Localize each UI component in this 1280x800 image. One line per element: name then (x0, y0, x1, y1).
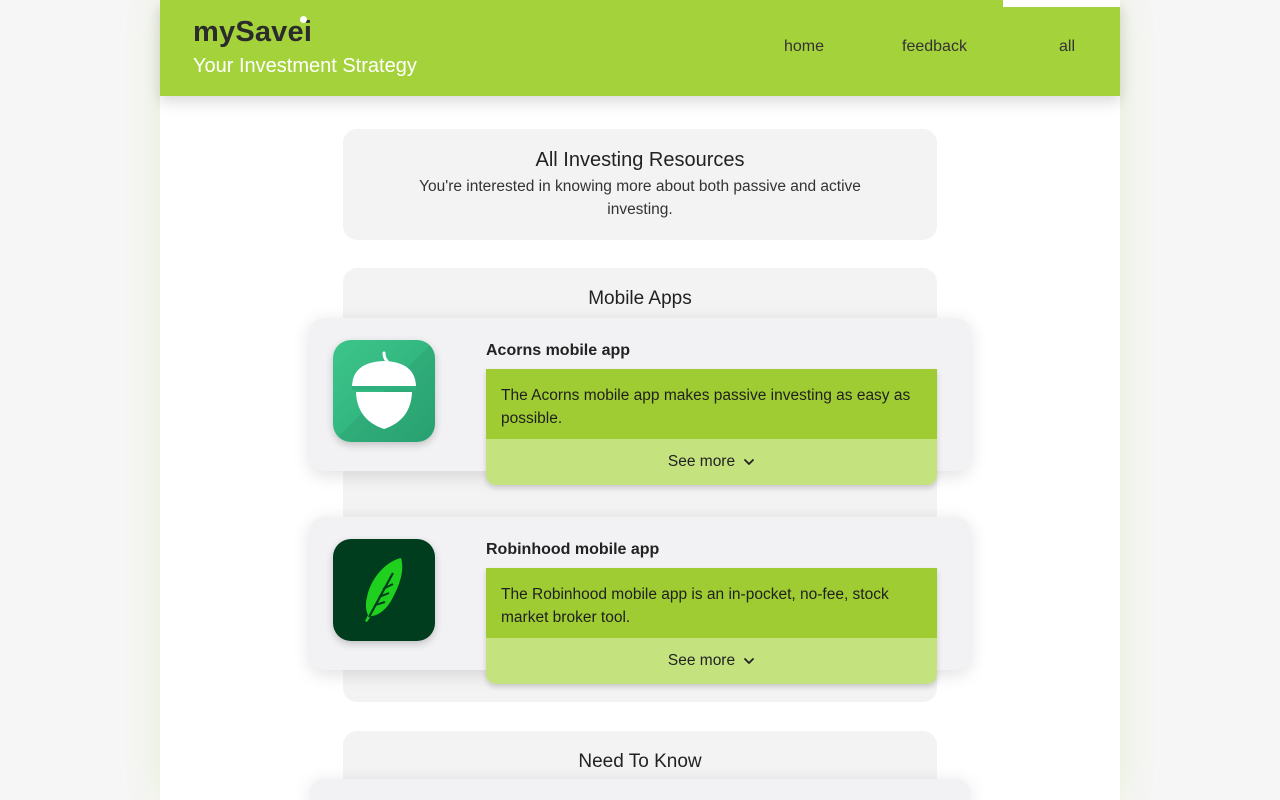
site-header: mySavei Your Investment Strategy home fe… (160, 0, 1120, 96)
feather-icon (333, 539, 435, 641)
chevron-down-icon (744, 658, 754, 664)
page: mySavei Your Investment Strategy home fe… (160, 0, 1120, 800)
see-more-label: See more (667, 652, 736, 669)
brand-logo[interactable]: mySavei (193, 16, 312, 49)
nav-all-link[interactable]: all (1059, 38, 1075, 56)
app-name: Acorns mobile app (486, 342, 631, 359)
app-description: The Acorns mobile app makes passive inve… (486, 369, 937, 439)
app-description-panel: The Robinhood mobile app is an in-pocket… (486, 568, 937, 684)
mobile-apps-title: Mobile Apps (588, 288, 692, 309)
see-more-button[interactable]: See more (486, 439, 937, 485)
chevron-down-icon (744, 459, 754, 465)
intro-description: You're interested in knowing more about … (419, 178, 861, 218)
see-more-button[interactable]: See more (486, 638, 937, 684)
brand-tagline: Your Investment Strategy (193, 55, 417, 77)
app-description: The Robinhood mobile app is an in-pocket… (486, 568, 937, 638)
nav-home-link[interactable]: home (784, 38, 824, 56)
intro-title: All Investing Resources (535, 149, 745, 171)
need-to-know-item-card (310, 779, 970, 800)
nav-feedback-link[interactable]: feedback (902, 38, 967, 56)
brand-dot-icon (300, 16, 307, 23)
app-card-acorns: Acorns mobile app The Acorns mobile app … (310, 318, 970, 485)
see-more-label: See more (667, 453, 736, 470)
need-to-know-title: Need To Know (578, 751, 702, 772)
app-description-panel: The Acorns mobile app makes passive inve… (486, 369, 937, 485)
app-name: Robinhood mobile app (486, 541, 660, 558)
acorn-icon (333, 340, 435, 442)
app-card-robinhood: Robinhood mobile app The Robinhood mobil… (310, 517, 970, 684)
intro-card: All Investing Resources You're intereste… (343, 129, 937, 240)
active-tab-indicator (1003, 0, 1120, 7)
